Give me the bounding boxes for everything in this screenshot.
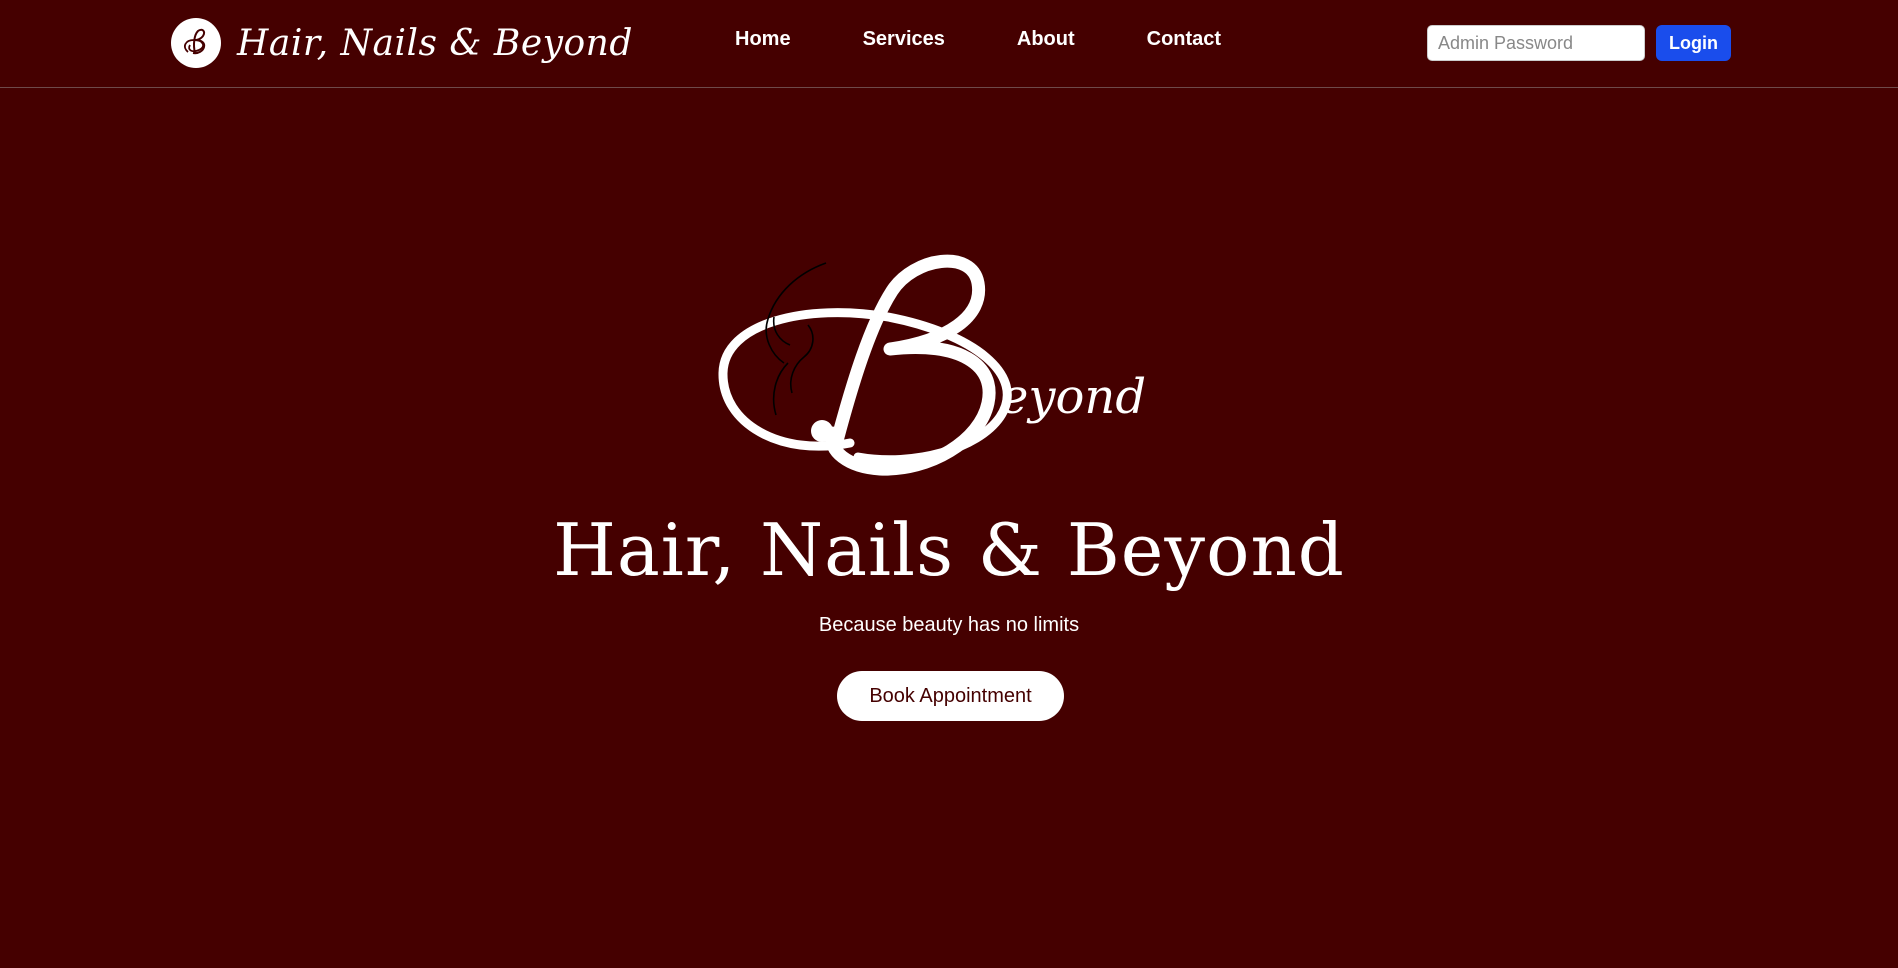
navbar: Hair, Nails & Beyond Home Services About… xyxy=(0,0,1898,88)
brand-logo-icon xyxy=(171,18,221,68)
admin-login: Login xyxy=(1427,25,1731,61)
hero-tagline: Because beauty has no limits xyxy=(818,614,1080,636)
nav-home[interactable]: Home xyxy=(735,28,791,51)
beyond-logo-icon: eyond xyxy=(718,254,1146,476)
hero-logo: eyond xyxy=(710,245,1180,485)
nav-about[interactable]: About xyxy=(1017,28,1075,51)
admin-password-input[interactable] xyxy=(1427,25,1645,61)
brand-name[interactable]: Hair, Nails & Beyond xyxy=(237,23,633,64)
book-appointment-button[interactable]: Book Appointment xyxy=(837,671,1064,721)
nav-contact[interactable]: Contact xyxy=(1147,28,1221,51)
hero-logo-text: eyond xyxy=(1000,369,1146,425)
login-button[interactable]: Login xyxy=(1656,25,1731,61)
brand[interactable]: Hair, Nails & Beyond xyxy=(171,17,633,69)
main-nav: Home Services About Contact xyxy=(735,28,1221,51)
nav-services[interactable]: Services xyxy=(863,28,945,51)
hero-title: Hair, Nails & Beyond xyxy=(553,508,1345,592)
